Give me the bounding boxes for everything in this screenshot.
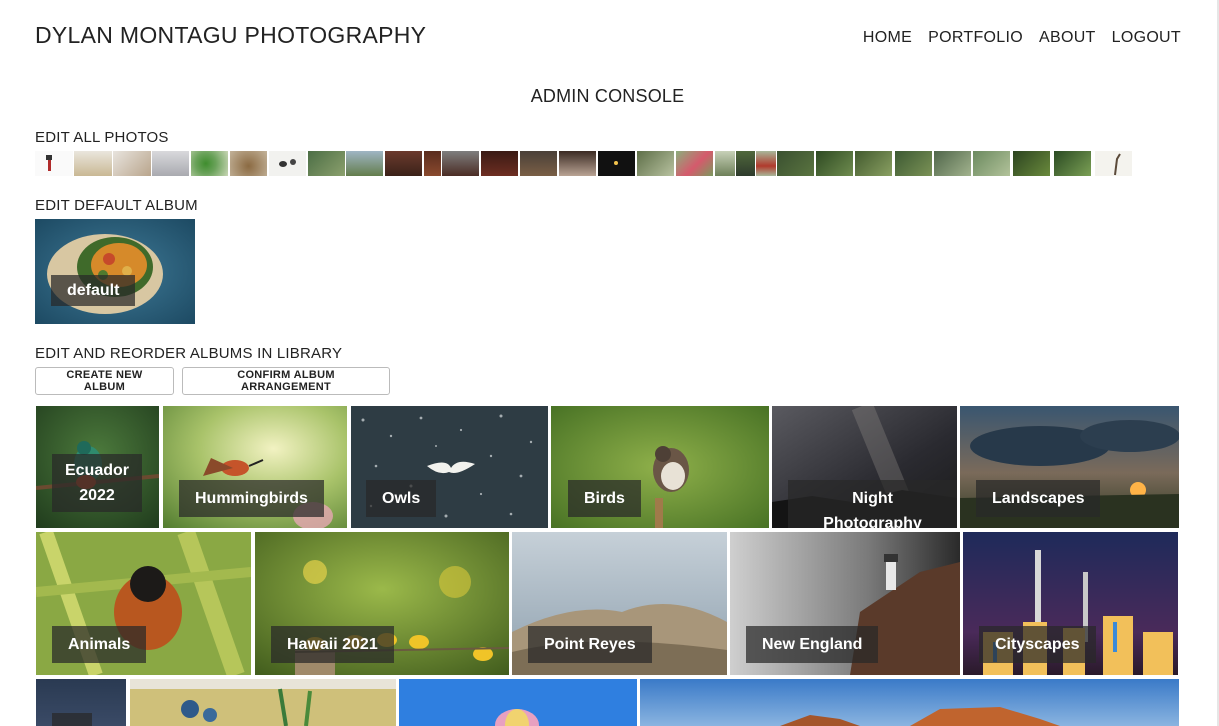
photo-thumbnail[interactable] [113, 151, 151, 176]
album-cover [780, 707, 1060, 726]
default-album-cover [35, 219, 195, 324]
photo-thumbnail[interactable] [676, 151, 713, 176]
all-photos-heading: EDIT ALL PHOTOS [35, 129, 169, 146]
photo-thumbnail[interactable] [308, 151, 345, 176]
main-nav: HOME PORTFOLIO ABOUT LOGOUT [847, 29, 1181, 47]
photo-thumbnail[interactable] [269, 151, 306, 176]
photo-thumbnail[interactable] [346, 151, 383, 176]
album-tile-owls[interactable]: Owls [351, 406, 548, 528]
album-label: default [51, 275, 136, 306]
album-cover [495, 709, 539, 726]
photo-thumbnail[interactable] [598, 151, 635, 176]
all-photos-strip [35, 151, 1135, 176]
album-label: New England [746, 626, 879, 663]
album-tile[interactable] [130, 679, 396, 726]
photo-thumbnail[interactable] [520, 151, 557, 176]
photo-thumbnail[interactable] [191, 151, 228, 176]
album-label: Birds [568, 480, 641, 517]
nav-about-link[interactable]: ABOUT [1039, 29, 1096, 47]
photo-thumbnail[interactable] [442, 151, 479, 176]
album-tile-night[interactable]: Night Photography [772, 406, 957, 528]
photo-thumbnail[interactable] [1054, 151, 1091, 176]
photo-thumbnail[interactable] [973, 151, 1010, 176]
photo-thumbnail[interactable] [715, 151, 735, 176]
album-tile-animals[interactable]: Animals [36, 532, 251, 675]
create-album-button[interactable]: CREATE NEW ALBUM [35, 367, 174, 395]
confirm-arrangement-button[interactable]: CONFIRM ALBUM ARRANGEMENT [182, 367, 390, 395]
default-album-heading: EDIT DEFAULT ALBUM [35, 197, 198, 214]
photo-thumbnail[interactable] [385, 151, 422, 176]
album-tile-birds[interactable]: Birds [551, 406, 769, 528]
album-tile-point-reyes[interactable]: Point Reyes [512, 532, 727, 675]
album-tile-ecuador[interactable]: Ecuador 2022 [36, 406, 159, 528]
album-label: Hawaii 2021 [271, 626, 394, 663]
album-label: Ecuador 2022 [52, 454, 142, 512]
album-tile[interactable] [640, 679, 1179, 726]
album-label: Cityscapes [979, 626, 1096, 663]
album-label-partial [52, 713, 92, 726]
album-label: Point Reyes [528, 626, 652, 663]
album-cover [130, 679, 396, 726]
album-label: Hummingbirds [179, 480, 324, 517]
album-tile-cityscapes[interactable]: Cityscapes [963, 532, 1178, 675]
photo-thumbnail[interactable] [35, 151, 73, 176]
album-label: Animals [52, 626, 147, 663]
photo-thumbnail[interactable] [559, 151, 596, 176]
photo-thumbnail[interactable] [230, 151, 267, 176]
photo-thumbnail[interactable] [481, 151, 518, 176]
album-label: Landscapes [976, 480, 1101, 517]
photo-thumbnail[interactable] [895, 151, 932, 176]
photo-thumbnail[interactable] [424, 151, 441, 176]
nav-logout-link[interactable]: LOGOUT [1112, 29, 1181, 47]
album-tile-hawaii[interactable]: Hawaii 2021 [255, 532, 509, 675]
photo-thumbnail[interactable] [1013, 151, 1050, 176]
nav-home-link[interactable]: HOME [863, 29, 912, 47]
album-tile-new-england[interactable]: New England [730, 532, 960, 675]
album-label: Owls [366, 480, 437, 517]
library-heading: EDIT AND REORDER ALBUMS IN LIBRARY [35, 345, 343, 362]
nav-portfolio-link[interactable]: PORTFOLIO [928, 29, 1023, 47]
site-title[interactable]: DYLAN MONTAGU PHOTOGRAPHY [35, 22, 426, 49]
photo-thumbnail[interactable] [736, 151, 755, 176]
default-album-tile[interactable]: default [35, 219, 195, 324]
album-tile-hummingbirds[interactable]: Hummingbirds [163, 406, 347, 528]
photo-thumbnail[interactable] [152, 151, 189, 176]
photo-thumbnail[interactable] [637, 151, 674, 176]
photo-thumbnail[interactable] [816, 151, 853, 176]
admin-page: DYLAN MONTAGU PHOTOGRAPHY HOME PORTFOLIO… [0, 0, 1219, 726]
photo-thumbnail[interactable] [855, 151, 892, 176]
page-title: ADMIN CONSOLE [530, 86, 685, 106]
album-tile-landscapes[interactable]: Landscapes [960, 406, 1179, 528]
photo-thumbnail[interactable] [934, 151, 971, 176]
photo-thumbnail[interactable] [74, 151, 112, 176]
album-tile[interactable] [399, 679, 637, 726]
photo-thumbnail[interactable] [777, 151, 814, 176]
album-label: Night Photography [788, 480, 957, 528]
album-tile[interactable] [36, 679, 126, 726]
photo-thumbnail[interactable] [1095, 151, 1132, 176]
photo-thumbnail[interactable] [756, 151, 776, 176]
